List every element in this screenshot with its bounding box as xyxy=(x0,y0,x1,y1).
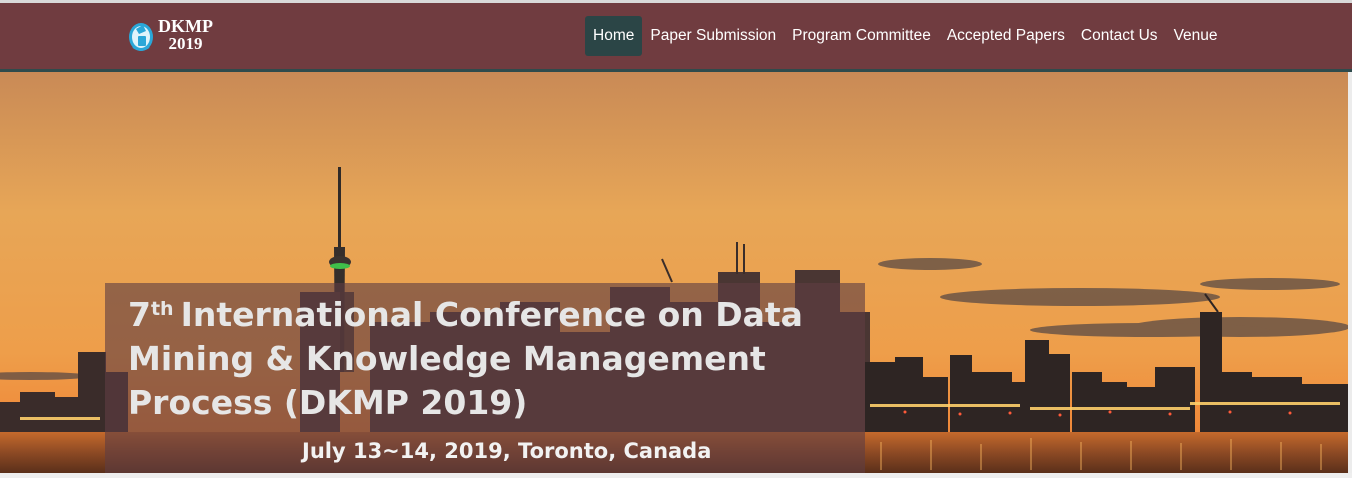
navbar: DKMP 2019 Home Paper Submission Program … xyxy=(0,3,1352,72)
nav-item-paper-submission[interactable]: Paper Submission xyxy=(642,16,784,56)
logo-mark-icon xyxy=(129,23,153,51)
logo-name: DKMP xyxy=(158,16,213,36)
conference-date-location: July 13~14, 2019, Toronto, Canada xyxy=(302,439,712,463)
hero-banner: 7th International Conference on Data Mini… xyxy=(0,72,1348,473)
nav-item-accepted-papers[interactable]: Accepted Papers xyxy=(939,16,1073,56)
nav-item-program-committee[interactable]: Program Committee xyxy=(784,16,939,56)
hero-title-box: 7th International Conference on Data Mini… xyxy=(105,283,865,473)
logo-text: DKMP 2019 xyxy=(158,16,213,53)
main-nav: Home Paper Submission Program Committee … xyxy=(585,16,1226,56)
page-scrollbar[interactable] xyxy=(1348,72,1352,473)
page-bottom-edge xyxy=(0,473,1352,478)
site-logo[interactable]: DKMP 2019 xyxy=(127,17,227,57)
title-superscript: th xyxy=(150,298,174,320)
conference-title: 7th International Conference on Data Mini… xyxy=(128,293,848,425)
nav-item-home[interactable]: Home xyxy=(585,16,643,56)
title-text: International Conference on Data Mining … xyxy=(128,295,803,422)
logo-year: 2019 xyxy=(168,34,203,53)
nav-item-contact-us[interactable]: Contact Us xyxy=(1073,16,1166,56)
nav-item-venue[interactable]: Venue xyxy=(1166,16,1226,56)
title-ordinal: 7 xyxy=(128,295,151,334)
